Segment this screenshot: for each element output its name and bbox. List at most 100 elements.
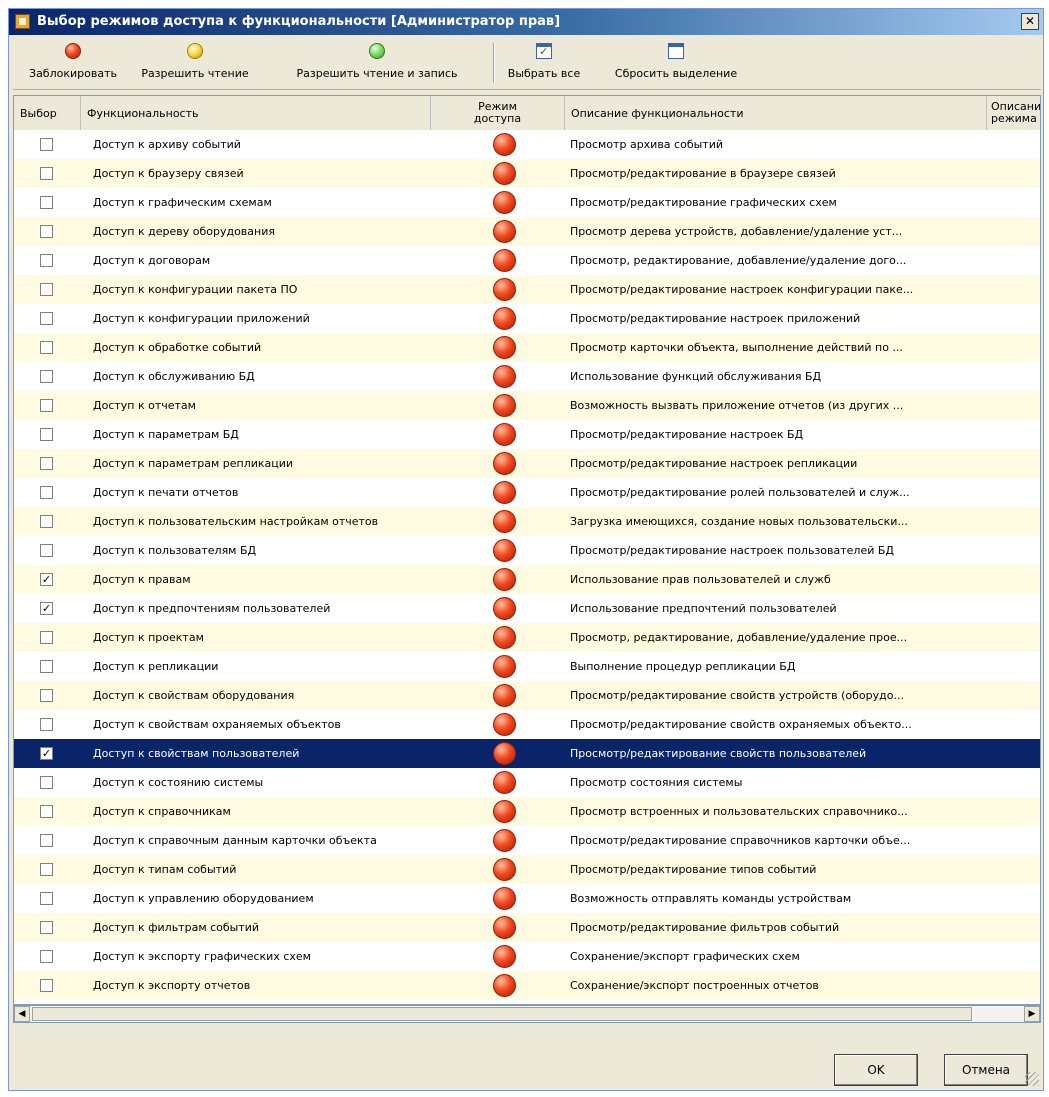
cancel-button[interactable]: Отмена	[944, 1054, 1028, 1086]
column-header-functionality[interactable]: Функциональность	[81, 96, 431, 130]
scroll-right-arrow-icon[interactable]: ▶	[1024, 1006, 1040, 1022]
column-header-access-mode[interactable]: Режим доступа	[431, 96, 565, 130]
row-checkbox[interactable]	[40, 892, 53, 905]
row-checkbox[interactable]	[40, 921, 53, 934]
table-row[interactable]: Доступ к пользовательским настройкам отч…	[14, 507, 1040, 536]
red-circle-icon[interactable]	[493, 887, 516, 910]
table-row[interactable]: Доступ к архиву событий Просмотр архива с…	[14, 130, 1040, 159]
table-row[interactable]: Доступ к управлению оборудованием Возможн…	[14, 884, 1040, 913]
table-row[interactable]: Доступ к обработке событий Просмотр карто…	[14, 333, 1040, 362]
column-header-select[interactable]: Выбор	[14, 96, 81, 130]
red-circle-icon[interactable]	[493, 684, 516, 707]
table-row[interactable]: Доступ к конфигурации пакета ПО Просмотр/…	[14, 275, 1040, 304]
table-row[interactable]: Доступ к графическим схемам Просмотр/реда…	[14, 188, 1040, 217]
red-circle-icon[interactable]	[493, 481, 516, 504]
row-checkbox[interactable]	[40, 689, 53, 702]
table-row[interactable]: Доступ к конфигурации приложений Просмотр…	[14, 304, 1040, 333]
column-header-description[interactable]: Описание функциональности	[565, 96, 987, 130]
column-header-mode-description[interactable]: Описание режима д	[987, 96, 1040, 130]
red-circle-icon[interactable]	[493, 655, 516, 678]
scroll-left-arrow-icon[interactable]: ◀	[14, 1006, 30, 1022]
table-row[interactable]: Доступ к отчетам Возможность вызвать прил…	[14, 391, 1040, 420]
table-row[interactable]: Доступ к дереву оборудования Просмотр дер…	[14, 217, 1040, 246]
red-circle-icon[interactable]	[493, 394, 516, 417]
table-row[interactable]: Доступ к обслуживанию БД Использование фу…	[14, 362, 1040, 391]
table-row[interactable]: Доступ к типам событий Просмотр/редактиро…	[14, 855, 1040, 884]
red-circle-icon[interactable]	[493, 278, 516, 301]
row-checkbox[interactable]	[40, 457, 53, 470]
table-row[interactable]: ✓ Доступ к свойствам пользователей Просмот…	[14, 739, 1040, 768]
row-checkbox[interactable]	[40, 979, 53, 992]
red-circle-icon[interactable]	[493, 539, 516, 562]
red-circle-icon[interactable]	[493, 307, 516, 330]
row-checkbox[interactable]	[40, 399, 53, 412]
red-circle-icon[interactable]	[493, 452, 516, 475]
table-row[interactable]: Доступ к состоянию системы Просмотр состо…	[14, 768, 1040, 797]
select-all-button[interactable]: Выбрать все	[497, 37, 591, 87]
table-row[interactable]: Доступ к репликации Выполнение процедур р…	[14, 652, 1040, 681]
table-row[interactable]: Доступ к параметрам репликации Просмотр/р…	[14, 449, 1040, 478]
row-checkbox[interactable]	[40, 631, 53, 644]
close-button[interactable]: ✕	[1021, 13, 1039, 30]
row-checkbox[interactable]	[40, 834, 53, 847]
scroll-thumb[interactable]	[32, 1007, 972, 1021]
horizontal-scrollbar[interactable]: ◀ ▶	[13, 1005, 1041, 1023]
table-row[interactable]: ✓ Доступ к правам Использование прав польз…	[14, 565, 1040, 594]
row-checkbox[interactable]	[40, 776, 53, 789]
red-circle-icon[interactable]	[493, 423, 516, 446]
table-row[interactable]: Доступ к фильтрам событий Просмотр/редакт…	[14, 913, 1040, 942]
row-checkbox[interactable]	[40, 167, 53, 180]
table-row[interactable]: Доступ к экспорту графических схем Сохран…	[14, 942, 1040, 971]
row-checkbox[interactable]	[40, 544, 53, 557]
red-circle-icon[interactable]	[493, 974, 516, 997]
row-checkbox[interactable]	[40, 341, 53, 354]
row-checkbox[interactable]	[40, 863, 53, 876]
red-circle-icon[interactable]	[493, 713, 516, 736]
table-row[interactable]: Доступ к свойствам охраняемых объектов Пр…	[14, 710, 1040, 739]
table-row[interactable]: Доступ к браузеру связей Просмотр/редакти…	[14, 159, 1040, 188]
block-button[interactable]: Заблокировать	[19, 37, 127, 87]
red-circle-icon[interactable]	[493, 191, 516, 214]
red-circle-icon[interactable]	[493, 249, 516, 272]
row-checkbox[interactable]	[40, 718, 53, 731]
table-row[interactable]: Доступ к договорам Просмотр, редактирован…	[14, 246, 1040, 275]
table-row[interactable]: Доступ к параметрам БД Просмотр/редактиро…	[14, 420, 1040, 449]
red-circle-icon[interactable]	[493, 162, 516, 185]
reset-selection-button[interactable]: Сбросить выделение	[597, 37, 755, 87]
row-checkbox[interactable]	[40, 283, 53, 296]
table-row[interactable]: Доступ к справочникам Просмотр встроенных…	[14, 797, 1040, 826]
red-circle-icon[interactable]	[493, 945, 516, 968]
red-circle-icon[interactable]	[493, 858, 516, 881]
row-checkbox[interactable]	[40, 950, 53, 963]
row-checkbox[interactable]	[40, 138, 53, 151]
red-circle-icon[interactable]	[493, 742, 516, 765]
table-row[interactable]: Доступ к свойствам оборудования Просмотр/…	[14, 681, 1040, 710]
row-checkbox[interactable]	[40, 515, 53, 528]
row-checkbox[interactable]	[40, 805, 53, 818]
row-checkbox[interactable]	[40, 486, 53, 499]
red-circle-icon[interactable]	[493, 568, 516, 591]
red-circle-icon[interactable]	[493, 220, 516, 243]
red-circle-icon[interactable]	[493, 916, 516, 939]
red-circle-icon[interactable]	[493, 133, 516, 156]
red-circle-icon[interactable]	[493, 365, 516, 388]
table-row[interactable]: Доступ к печати отчетов Просмотр/редактир…	[14, 478, 1040, 507]
table-row[interactable]: Доступ к проектам Просмотр, редактировани…	[14, 623, 1040, 652]
red-circle-icon[interactable]	[493, 626, 516, 649]
red-circle-icon[interactable]	[493, 771, 516, 794]
red-circle-icon[interactable]	[493, 829, 516, 852]
ok-button[interactable]: OK	[834, 1054, 918, 1086]
row-checkbox[interactable]: ✓	[40, 602, 53, 615]
red-circle-icon[interactable]	[493, 800, 516, 823]
row-checkbox[interactable]: ✓	[40, 747, 53, 760]
red-circle-icon[interactable]	[493, 510, 516, 533]
row-checkbox[interactable]	[40, 660, 53, 673]
row-checkbox[interactable]	[40, 312, 53, 325]
title-bar[interactable]: Выбор режимов доступа к функциональности…	[9, 9, 1043, 35]
row-checkbox[interactable]	[40, 254, 53, 267]
row-checkbox[interactable]	[40, 428, 53, 441]
allow-read-button[interactable]: Разрешить чтение	[131, 37, 259, 87]
table-row[interactable]: Доступ к пользователям БД Просмотр/редакт…	[14, 536, 1040, 565]
table-row[interactable]: Доступ к экспорту отчетов Сохранение/эксп…	[14, 971, 1040, 1000]
row-checkbox[interactable]: ✓	[40, 573, 53, 586]
